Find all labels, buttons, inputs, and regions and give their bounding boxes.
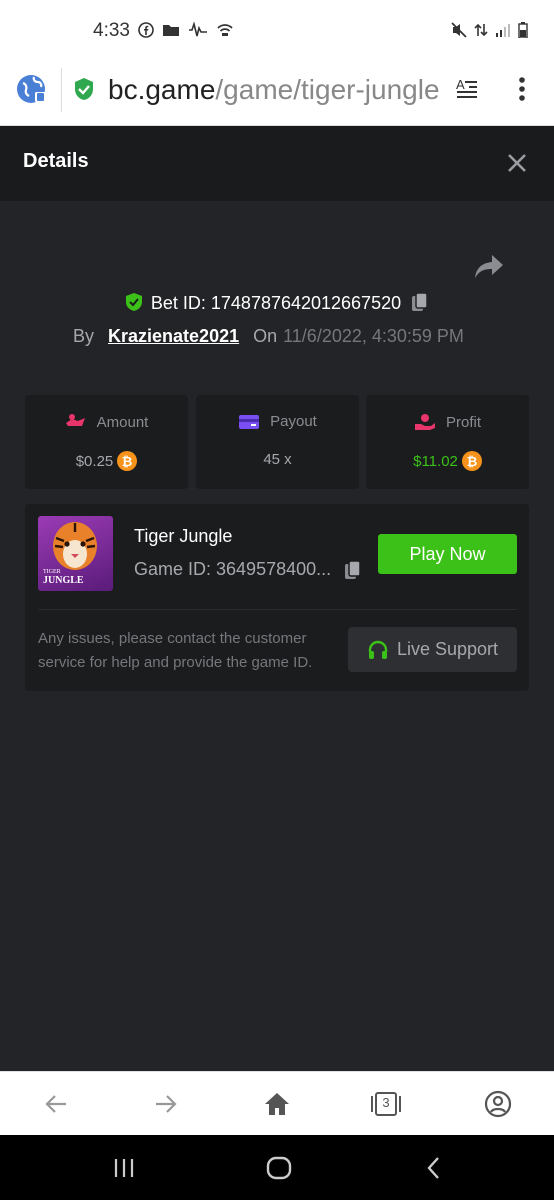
home-icon[interactable]: [263, 1090, 291, 1118]
payout-card-icon: [239, 414, 260, 429]
card-divider: [38, 609, 517, 610]
by-line: By Krazienate2021 On 11/6/2022, 4:30:59 PM: [73, 326, 464, 347]
status-bar: 4:33: [0, 0, 554, 60]
facebook-icon: [138, 22, 154, 38]
folder-icon: [163, 25, 179, 36]
stat-label: Payout: [270, 413, 317, 430]
stat-value-row: 45 x: [196, 451, 359, 468]
by-label: By: [73, 326, 95, 346]
game-thumbnail[interactable]: TIGER JUNGLE: [38, 516, 113, 591]
url-text[interactable]: bc.game/game/tiger-jungle: [108, 72, 442, 108]
status-right-icons: [451, 22, 528, 38]
stat-amount: Amount $0.25 ₿: [25, 395, 188, 489]
stat-profit: Profit $11.02 ₿: [366, 395, 529, 489]
play-now-button[interactable]: Play Now: [378, 534, 517, 574]
live-support-button[interactable]: Live Support: [348, 627, 517, 672]
recent-apps-icon[interactable]: [112, 1155, 138, 1181]
signal-bars-icon: [496, 24, 510, 37]
share-icon[interactable]: [474, 253, 504, 279]
verified-shield-icon: [125, 293, 142, 311]
forward-arrow-icon[interactable]: [152, 1090, 180, 1118]
close-icon[interactable]: [507, 153, 527, 173]
secure-shield-icon[interactable]: [73, 77, 95, 101]
stat-value: $11.02: [413, 452, 458, 470]
browser-url-bar: bc.game/game/tiger-jungle A: [0, 60, 554, 126]
btc-icon: ₿: [117, 451, 138, 471]
game-card: TIGER JUNGLE Tiger Jungle Game ID: 36495…: [25, 504, 529, 691]
back-button-icon[interactable]: [422, 1155, 448, 1181]
account-icon[interactable]: [484, 1090, 512, 1118]
stat-label: Profit: [445, 413, 481, 431]
tab-count: 3: [382, 1095, 390, 1110]
status-time: 4:33: [93, 20, 130, 41]
support-info-text: Any issues, please contact the customer …: [38, 630, 313, 671]
stat-label: Amount: [96, 413, 149, 431]
stat-header: Payout: [196, 413, 359, 430]
back-arrow-icon[interactable]: [42, 1090, 70, 1118]
bet-date: 11/6/2022, 4:30:59 PM: [283, 326, 464, 346]
url-divider: [61, 68, 62, 112]
data-transfer-icon: [474, 23, 488, 37]
wifi-hotspot-icon: [217, 24, 233, 36]
stat-value-row: $0.25 ₿: [25, 451, 188, 471]
browser-bottom-bar: 3: [0, 1071, 554, 1135]
mute-icon: [451, 22, 467, 38]
home-button-icon[interactable]: [266, 1155, 292, 1181]
thumb-text-jungle: JUNGLE: [43, 575, 84, 586]
copy-game-id-icon[interactable]: [344, 560, 362, 580]
signal-activity-icon: [189, 22, 207, 37]
details-title: Details: [23, 150, 89, 172]
bet-id-line: Bet ID: 1748787642012667520: [0, 292, 554, 314]
svg-text:₿: ₿: [467, 454, 478, 469]
profit-hand-icon: [414, 414, 435, 430]
game-name: Tiger Jungle: [134, 526, 233, 546]
more-menu-icon[interactable]: [512, 76, 532, 102]
svg-text:A: A: [456, 77, 465, 92]
amount-coins-icon: [65, 414, 85, 426]
on-label: On: [253, 326, 278, 346]
headset-icon: [368, 640, 388, 659]
username-link[interactable]: Krazienate2021: [108, 326, 239, 346]
stat-value: $0.25: [75, 452, 114, 470]
site-settings-globe-icon[interactable]: [16, 73, 48, 105]
details-header: Details: [0, 126, 554, 201]
stat-value: 45 x: [263, 451, 292, 468]
reader-mode-icon[interactable]: A: [455, 77, 481, 101]
stat-header: Amount: [25, 413, 188, 431]
game-id: Game ID: 3649578400...: [134, 559, 332, 579]
url-domain: bc.game: [108, 74, 216, 105]
status-left-icons: [138, 22, 234, 38]
stat-header: Profit: [366, 413, 529, 431]
live-support-label: Live Support: [396, 639, 499, 659]
battery-icon: [518, 22, 528, 38]
stat-value-row: $11.02 ₿: [366, 451, 529, 471]
system-nav-bar: [0, 1135, 554, 1200]
btc-icon: ₿: [461, 451, 482, 471]
svg-text:₿: ₿: [122, 454, 133, 469]
copy-icon[interactable]: [411, 292, 429, 312]
tabs-button[interactable]: 3: [371, 1090, 401, 1118]
stat-payout: Payout 45 x: [196, 395, 359, 489]
url-path: /game/tiger-jungle: [215, 74, 440, 105]
bet-id: Bet ID: 1748787642012667520: [150, 293, 402, 313]
